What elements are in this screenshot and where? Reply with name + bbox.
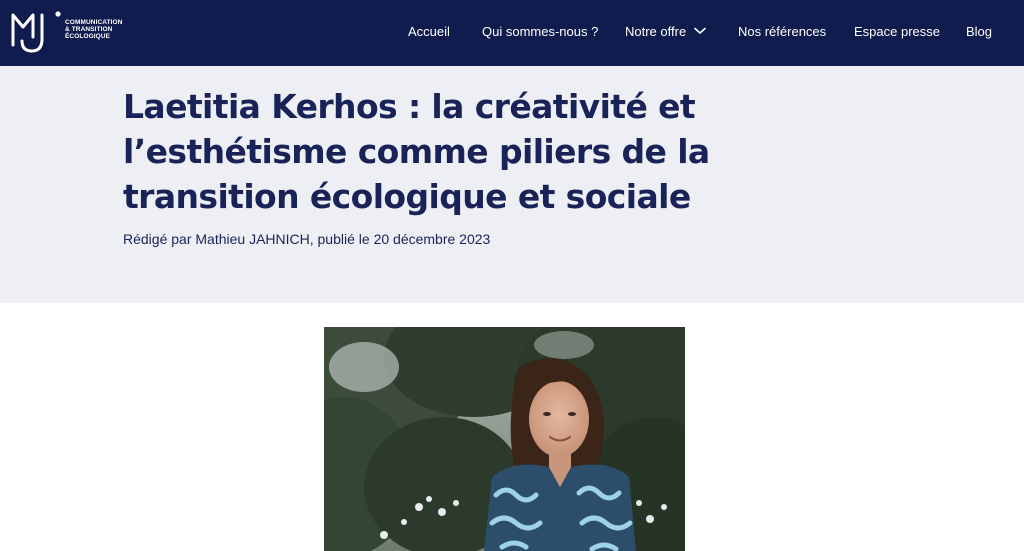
site-header: COMMUNICATION & TRANSITION ÉCOLOGIQUE Ac… (0, 0, 1024, 66)
nav-item-notre-offre-label: Notre offre (625, 24, 687, 39)
chevron-down-icon (694, 27, 706, 34)
article-title: Laetitia Kerhos : la créativité et l’est… (123, 87, 710, 216)
nav-item-nos-references[interactable]: Nos références (738, 24, 826, 39)
site-logo[interactable]: COMMUNICATION & TRANSITION ÉCOLOGIQUE (10, 9, 123, 57)
nav-item-accueil[interactable]: Accueil (408, 24, 450, 39)
logo-tagline: COMMUNICATION & TRANSITION ÉCOLOGIQUE (65, 19, 123, 40)
nav-item-blog[interactable]: Blog (966, 24, 992, 39)
article-byline: Rédigé par Mathieu JAHNICH, publié le 20… (123, 231, 491, 247)
article-portrait-photo (324, 327, 685, 551)
mj-monogram-icon (11, 11, 61, 53)
nav-item-qui-sommes-nous[interactable]: Qui sommes-nous ? (482, 24, 598, 39)
logo-tagline-line: ÉCOLOGIQUE (65, 33, 111, 40)
logo-tagline-line: & TRANSITION (65, 26, 113, 33)
nav-item-espace-presse[interactable]: Espace presse (854, 24, 940, 39)
logo-tagline-line: COMMUNICATION (65, 19, 123, 26)
portrait-photo (324, 327, 685, 551)
nav-item-notre-offre[interactable]: Notre offre (625, 24, 706, 39)
